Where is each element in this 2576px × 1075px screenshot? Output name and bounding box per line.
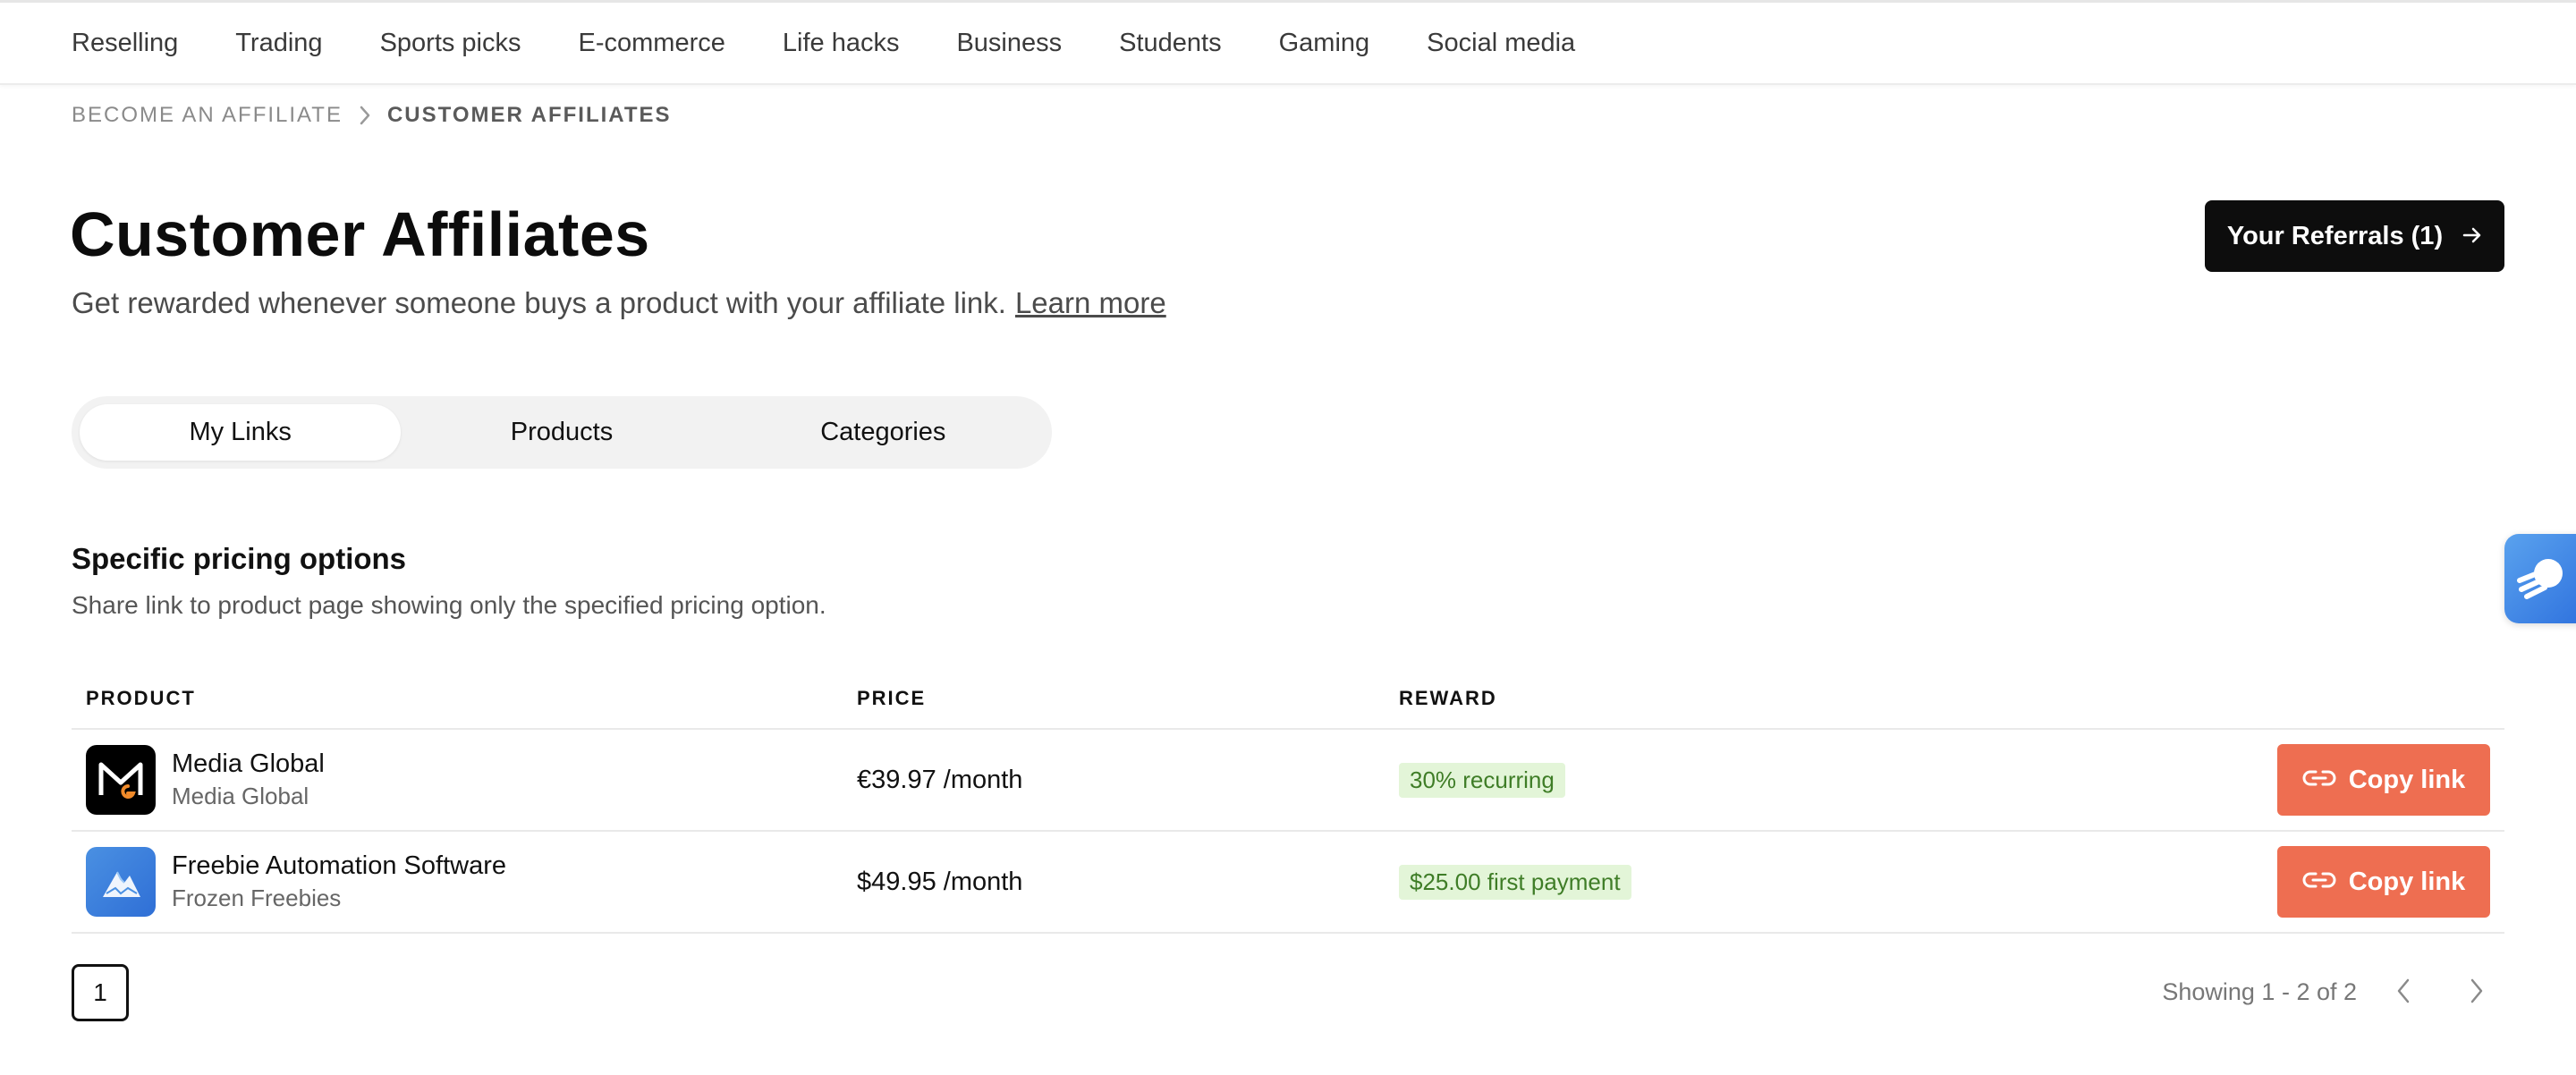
page-title: Customer Affiliates — [70, 199, 650, 269]
breadcrumb-current: Customer affiliates — [386, 103, 672, 127]
media-global-logo — [86, 745, 156, 815]
affiliate-links-table: PRODUCT PRICE REWARD Media Global Media … — [72, 669, 2504, 934]
table-header: PRODUCT PRICE REWARD — [72, 669, 2504, 730]
header-price: PRICE — [857, 687, 927, 709]
product-price: $49.95 /month — [857, 867, 1023, 896]
product-price: €39.97 /month — [857, 765, 1023, 794]
action-cell: Copy link — [2272, 846, 2504, 918]
next-page-button[interactable] — [2455, 971, 2498, 1014]
product-cell: Freebie Automation Software Frozen Freeb… — [72, 847, 857, 917]
breadcrumb: Become an affiliate Customer affiliates — [72, 101, 672, 130]
nav-item-reselling[interactable]: Reselling — [72, 29, 178, 58]
product-name: Freebie Automation Software — [172, 851, 506, 880]
action-cell: Copy link — [2272, 744, 2504, 816]
nav-item-trading[interactable]: Trading — [235, 29, 322, 58]
reward-cell: $25.00 first payment — [1399, 864, 2272, 900]
copy-link-button[interactable]: Copy link — [2277, 744, 2490, 816]
product-seller: Frozen Freebies — [172, 885, 342, 911]
product-text: Media Global Media Global — [172, 749, 325, 810]
pagination-summary: Showing 1 - 2 of 2 — [2162, 978, 2357, 1005]
section-title: Specific pricing options — [72, 542, 407, 575]
header-product: PRODUCT — [86, 687, 196, 709]
view-tabs: My Links Products Categories — [72, 396, 1052, 469]
nav-item-business[interactable]: Business — [956, 29, 1062, 58]
breadcrumb-become-affiliate[interactable]: Become an affiliate — [72, 103, 343, 128]
product-name: Media Global — [172, 749, 325, 778]
header-reward: REWARD — [1399, 687, 1497, 709]
tab-products[interactable]: Products — [401, 404, 722, 461]
nav-item-sports-picks[interactable]: Sports picks — [380, 29, 521, 58]
category-nav: Reselling Trading Sports picks E-commerc… — [0, 0, 2576, 85]
price-cell: €39.97 /month — [857, 766, 1399, 795]
product-text: Freebie Automation Software Frozen Freeb… — [172, 851, 506, 912]
subtitle-text: Get rewarded whenever someone buys a pro… — [72, 286, 1006, 319]
pagination-page-1[interactable]: 1 — [72, 964, 129, 1021]
reward-cell: 30% recurring — [1399, 762, 2272, 798]
hand-wave-icon — [2514, 554, 2568, 605]
link-icon — [2302, 868, 2336, 897]
chevron-left-icon — [2395, 978, 2411, 1009]
frozen-freebies-logo — [86, 847, 156, 917]
nav-item-gaming[interactable]: Gaming — [1279, 29, 1370, 58]
copy-link-label: Copy link — [2348, 765, 2466, 794]
nav-item-students[interactable]: Students — [1119, 29, 1221, 58]
chevron-right-icon — [2469, 978, 2485, 1009]
tab-categories[interactable]: Categories — [723, 404, 1044, 461]
nav-item-life-hacks[interactable]: Life hacks — [783, 29, 900, 58]
product-seller: Media Global — [172, 783, 309, 809]
previous-page-button[interactable] — [2382, 971, 2425, 1014]
table-row: Media Global Media Global €39.97 /month … — [72, 730, 2504, 832]
tab-my-links[interactable]: My Links — [80, 404, 402, 461]
page-subtitle: Get rewarded whenever someone buys a pro… — [72, 286, 1166, 320]
arrow-right-icon — [2462, 222, 2482, 251]
nav-item-e-commerce[interactable]: E-commerce — [579, 29, 725, 58]
chevron-right-icon — [343, 106, 387, 125]
copy-link-label: Copy link — [2348, 867, 2466, 896]
nav-item-social-media[interactable]: Social media — [1427, 29, 1575, 58]
copy-link-button[interactable]: Copy link — [2277, 846, 2490, 918]
reward-badge: $25.00 first payment — [1399, 864, 1631, 900]
referrals-button-label: Your Referrals (1) — [2226, 221, 2444, 250]
price-cell: $49.95 /month — [857, 868, 1399, 897]
product-cell: Media Global Media Global — [72, 745, 857, 815]
section-description: Share link to product page showing only … — [72, 591, 826, 619]
your-referrals-button[interactable]: Your Referrals (1) — [2205, 200, 2504, 272]
floating-help-widget[interactable] — [2504, 534, 2576, 623]
table-row: Freebie Automation Software Frozen Freeb… — [72, 832, 2504, 934]
reward-badge: 30% recurring — [1399, 762, 1565, 798]
link-icon — [2302, 766, 2336, 795]
learn-more-link[interactable]: Learn more — [1015, 286, 1166, 319]
